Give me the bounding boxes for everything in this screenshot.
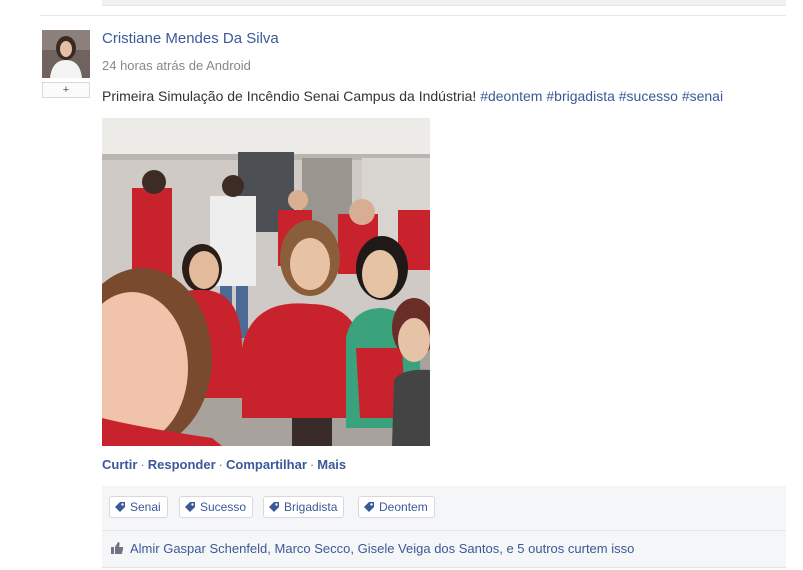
- action-separator: ·: [218, 457, 223, 472]
- post-divider: [40, 15, 786, 16]
- thumbs-up-icon: [111, 542, 124, 554]
- tag-sucesso[interactable]: Sucesso: [179, 496, 254, 518]
- tag-label: Brigadista: [284, 500, 338, 514]
- avatar-image: [42, 30, 90, 78]
- hashtag-senai[interactable]: #senai: [682, 88, 723, 104]
- like-action[interactable]: Curtir: [102, 457, 137, 472]
- previous-post-footer: [102, 0, 786, 6]
- hashtag-brigadista[interactable]: #brigadista: [546, 88, 615, 104]
- post-message: Primeira Simulação de Incêndio Senai Cam…: [102, 88, 723, 104]
- tag-label: Deontem: [379, 500, 428, 514]
- tag-deontem[interactable]: Deontem: [358, 496, 435, 518]
- post-photo[interactable]: [102, 118, 430, 446]
- tag-icon: [115, 502, 125, 512]
- reply-action[interactable]: Responder: [148, 457, 216, 472]
- likes-bar: Almir Gaspar Schenfeld, Marco Secco, Gis…: [102, 531, 786, 568]
- tag-label: Senai: [130, 500, 161, 514]
- tag-label: Sucesso: [200, 500, 247, 514]
- share-action[interactable]: Compartilhar: [226, 457, 307, 472]
- tag-icon: [185, 502, 195, 512]
- more-action[interactable]: Mais: [317, 457, 346, 472]
- action-separator: ·: [309, 457, 315, 472]
- follow-plus-button[interactable]: +: [42, 82, 90, 98]
- author-name-link[interactable]: Cristiane Mendes Da Silva: [102, 30, 279, 47]
- hashtag-sucesso[interactable]: #sucesso: [619, 88, 678, 104]
- tag-icon: [364, 502, 374, 512]
- post-message-text: Primeira Simulação de Incêndio Senai Cam…: [102, 88, 477, 104]
- action-separator: ·: [140, 457, 145, 472]
- tag-senai[interactable]: Senai: [109, 496, 168, 518]
- author-avatar[interactable]: [42, 30, 90, 78]
- post-timestamp: 24 horas atrás de Android: [102, 58, 251, 73]
- post-actions: Curtir · Responder · Compartilhar · Mais: [102, 457, 346, 472]
- hashtag-deontem[interactable]: #deontem: [480, 88, 542, 104]
- likes-summary-link[interactable]: Almir Gaspar Schenfeld, Marco Secco, Gis…: [130, 541, 634, 556]
- tag-icon: [269, 502, 279, 512]
- tags-bar: Senai Sucesso Brigadista Deontem: [102, 486, 786, 531]
- tag-brigadista[interactable]: Brigadista: [263, 496, 345, 518]
- group-selfie-image: [102, 118, 430, 446]
